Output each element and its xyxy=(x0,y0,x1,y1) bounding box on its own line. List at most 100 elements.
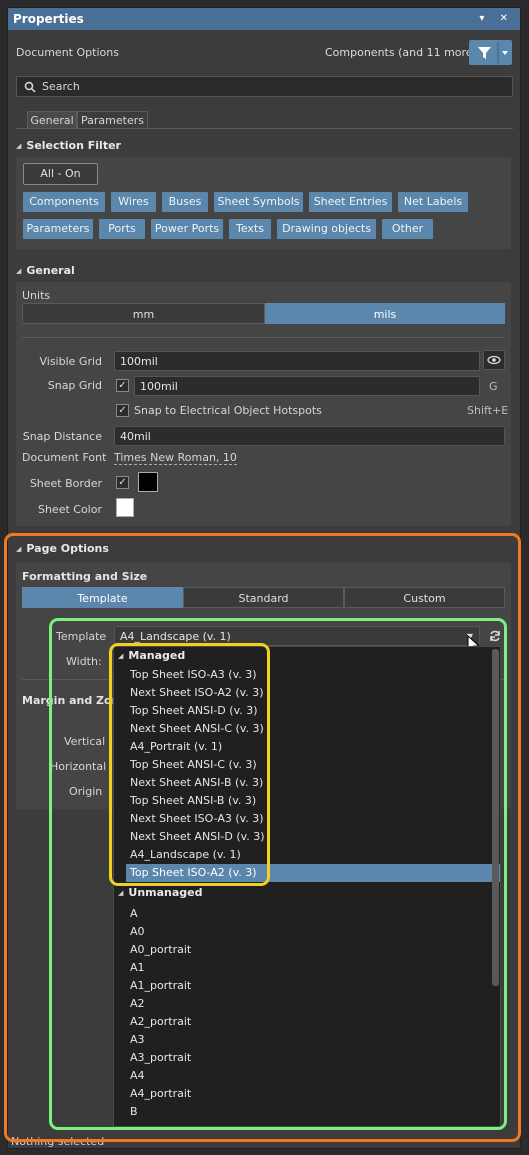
template-value: A4_Landscape (v. 1) xyxy=(120,630,231,643)
filter-components[interactable]: Components xyxy=(23,192,105,212)
snap-hotspots-shortcut: Shift+E xyxy=(467,404,509,417)
filter-button[interactable] xyxy=(469,40,512,65)
filter-texts[interactable]: Texts xyxy=(229,219,271,239)
list-item[interactable]: Next Sheet ISO-A2 (v. 3) xyxy=(130,684,264,702)
sheet-border-color-swatch[interactable] xyxy=(138,472,158,492)
list-item[interactable]: A4_portrait xyxy=(130,1085,191,1103)
list-item[interactable]: A3_portrait xyxy=(130,1049,191,1067)
filter-drawing-objects[interactable]: Drawing objects xyxy=(277,219,376,239)
vertical-label: Vertical xyxy=(64,735,106,748)
filter-sheet-symbols[interactable]: Sheet Symbols xyxy=(214,192,303,212)
list-item[interactable]: A0_portrait xyxy=(130,941,191,959)
snap-distance-label: Snap Distance xyxy=(22,430,102,443)
template-select[interactable]: A4_Landscape (v. 1) ▼ xyxy=(114,626,480,646)
all-on-button[interactable]: All - On xyxy=(23,163,98,185)
snap-hotspots-label: Snap to Electrical Object Hotspots xyxy=(134,404,322,417)
list-item[interactable]: A4_Landscape (v. 1) xyxy=(130,846,241,864)
mode-template-button[interactable]: Template xyxy=(22,587,183,608)
template-dropdown-list[interactable]: ◢ Managed Top Sheet ISO-A3 (v. 3) Next Sh… xyxy=(113,646,501,1127)
collapse-triangle-icon: ◢ xyxy=(16,545,22,553)
collapse-triangle-icon: ◢ xyxy=(16,142,22,150)
refresh-icon[interactable] xyxy=(488,629,502,643)
formatting-size-label: Formatting and Size xyxy=(22,570,148,583)
general-header[interactable]: ◢ General xyxy=(16,264,75,277)
filter-wires[interactable]: Wires xyxy=(111,192,156,212)
list-item[interactable]: A1_portrait xyxy=(130,977,191,995)
origin-label: Origin xyxy=(69,785,103,798)
collapse-triangle-icon: ◢ xyxy=(16,267,22,275)
tab-parameters[interactable]: Parameters xyxy=(77,111,148,129)
selection-filter-box: All - On Components Wires Buses Sheet Sy… xyxy=(16,157,511,249)
visibility-eye-button[interactable] xyxy=(483,350,505,370)
list-item[interactable]: Next Sheet ANSI-D (v. 3) xyxy=(130,828,265,846)
snap-grid-field[interactable]: 100mil xyxy=(134,376,480,396)
sheet-color-label: Sheet Color xyxy=(37,503,102,516)
list-item[interactable]: A2_portrait xyxy=(130,1013,191,1031)
divider xyxy=(22,337,505,338)
list-item[interactable]: B xyxy=(130,1103,138,1121)
template-label: Template xyxy=(56,630,107,643)
snap-grid-checkbox[interactable]: ✓ xyxy=(116,379,129,392)
list-item[interactable]: A4_Portrait (v. 1) xyxy=(130,738,222,756)
width-label: Width: xyxy=(66,655,102,668)
mode-custom-button[interactable]: Custom xyxy=(344,587,505,608)
snap-distance-field[interactable]: 40mil xyxy=(114,426,505,446)
selection-filter-header[interactable]: ◢ Selection Filter xyxy=(16,139,121,152)
filter-power-ports[interactable]: Power Ports xyxy=(151,219,223,239)
mode-standard-button[interactable]: Standard xyxy=(183,587,344,608)
filter-ports[interactable]: Ports xyxy=(99,219,145,239)
sheet-color-swatch[interactable] xyxy=(116,498,134,517)
document-options-label: Document Options xyxy=(16,46,119,59)
tab-divider xyxy=(16,128,513,129)
managed-group-header[interactable]: ◢ Managed xyxy=(118,647,185,665)
list-item[interactable]: Next Sheet ANSI-C (v. 3) xyxy=(130,720,264,738)
list-item[interactable]: Top Sheet ANSI-D (v. 3) xyxy=(130,702,258,720)
list-item[interactable]: A2 xyxy=(130,995,145,1013)
document-font-label: Document Font xyxy=(22,451,107,464)
list-item[interactable]: A3 xyxy=(130,1031,145,1049)
filter-sheet-entries[interactable]: Sheet Entries xyxy=(309,192,392,212)
list-item[interactable]: Top Sheet ANSI-B (v. 3) xyxy=(130,792,256,810)
filter-summary-text: Components (and 11 more) xyxy=(325,46,477,59)
unit-mils-button[interactable]: mils xyxy=(265,303,505,324)
pin-menu-icon[interactable]: ▾ xyxy=(479,13,490,24)
search-input[interactable]: Search xyxy=(16,76,513,97)
panel-title: Properties xyxy=(13,12,84,26)
document-font-link[interactable]: Times New Roman, 10 xyxy=(114,451,237,465)
sheet-border-label: Sheet Border xyxy=(29,477,102,490)
collapse-triangle-icon: ◢ xyxy=(118,889,124,897)
list-item[interactable]: A xyxy=(130,905,138,923)
panel-title-bar[interactable]: Properties ▾ ✕ xyxy=(8,8,520,30)
search-icon xyxy=(24,81,36,93)
dropdown-scrollbar-thumb[interactable] xyxy=(492,649,499,986)
collapse-triangle-icon: ◢ xyxy=(118,652,124,660)
units-label: Units xyxy=(22,289,51,302)
list-item[interactable]: Top Sheet ANSI-C (v. 3) xyxy=(130,756,257,774)
sheet-border-checkbox[interactable]: ✓ xyxy=(116,476,129,489)
list-item[interactable]: A4 xyxy=(130,1067,145,1085)
filter-net-labels[interactable]: Net Labels xyxy=(398,192,468,212)
unmanaged-group-header[interactable]: ◢ Unmanaged xyxy=(118,884,203,902)
list-item[interactable]: A1 xyxy=(130,959,145,977)
horizontal-label: Horizontal xyxy=(50,760,107,773)
list-item[interactable]: A0 xyxy=(130,923,145,941)
list-item[interactable]: Next Sheet ISO-A3 (v. 3) xyxy=(130,810,264,828)
filter-parameters[interactable]: Parameters xyxy=(23,219,93,239)
close-icon[interactable]: ✕ xyxy=(500,13,514,24)
general-box: Units mm mils Visible Grid 100mil Snap G… xyxy=(16,282,511,526)
filter-icon xyxy=(478,42,508,63)
snap-hotspots-checkbox[interactable]: ✓ xyxy=(116,404,129,417)
list-item[interactable]: Top Sheet ISO-A3 (v. 3) xyxy=(130,666,257,684)
visible-grid-field[interactable]: 100mil xyxy=(114,351,480,371)
unit-mm-button[interactable]: mm xyxy=(22,303,265,324)
eye-icon xyxy=(487,355,501,365)
list-item-selected[interactable]: Top Sheet ISO-A2 (v. 3) xyxy=(130,864,257,882)
tab-general[interactable]: General xyxy=(27,111,77,129)
search-placeholder: Search xyxy=(42,80,80,93)
filter-buses[interactable]: Buses xyxy=(162,192,208,212)
page-options-header[interactable]: ◢ Page Options xyxy=(16,542,109,555)
filter-other[interactable]: Other xyxy=(382,219,433,239)
margin-zones-label: Margin and Zone xyxy=(22,694,127,707)
status-text: Nothing selected xyxy=(11,1135,105,1148)
list-item[interactable]: Next Sheet ANSI-B (v. 3) xyxy=(130,774,263,792)
